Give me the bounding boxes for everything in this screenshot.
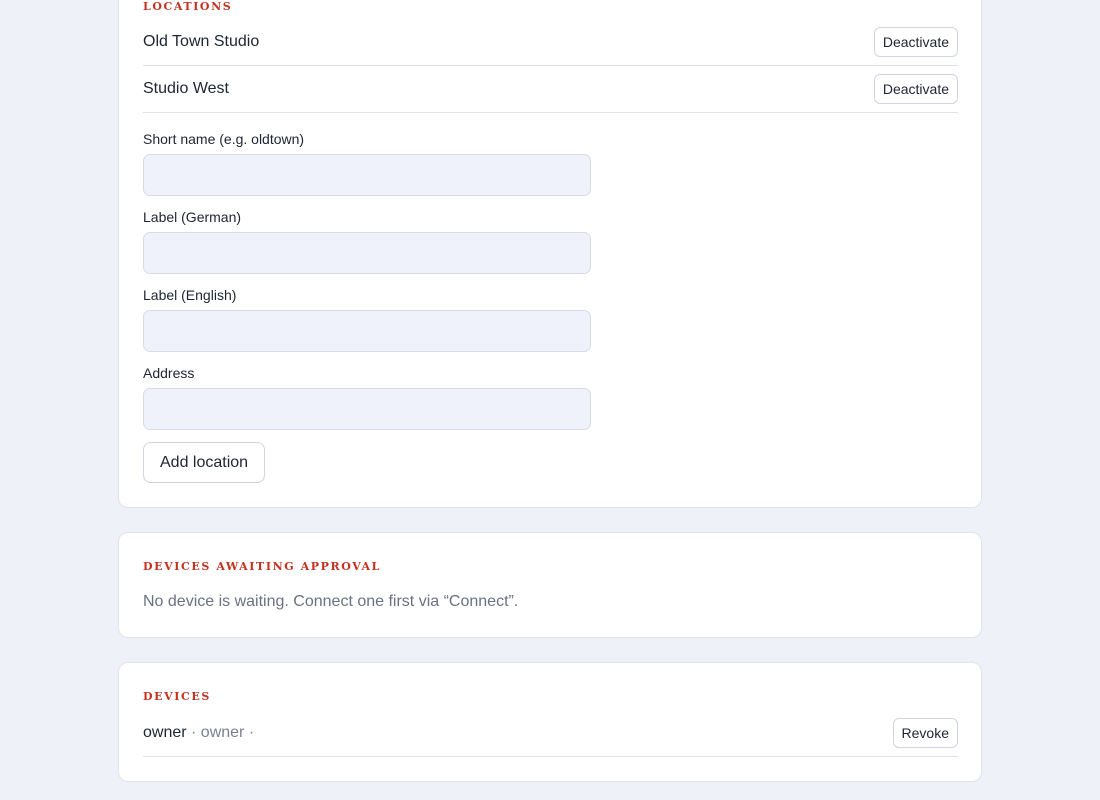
revoke-button[interactable]: Revoke (892, 718, 958, 748)
awaiting-empty-message: No device is waiting. Connect one first … (143, 593, 519, 610)
device-role: · owner · (186, 724, 255, 741)
label-english-label: Label (English) (143, 287, 237, 303)
deactivate-button[interactable]: Deactivate (873, 27, 958, 57)
location-row: Studio West Deactivate (143, 66, 958, 113)
device-name-group: owner · owner · (143, 724, 254, 742)
label-english-input[interactable] (143, 310, 591, 352)
label-german-input[interactable] (143, 232, 591, 274)
device-row: owner · owner · Revoke (143, 710, 958, 757)
short-name-input[interactable] (143, 154, 591, 196)
devices-card: DEVICES owner · owner · Revoke (118, 662, 982, 782)
location-row: Old Town Studio Deactivate (143, 19, 958, 66)
short-name-label: Short name (e.g. oldtown) (143, 131, 305, 147)
address-label: Address (143, 365, 195, 381)
locations-section-title: LOCATIONS (143, 0, 233, 13)
awaiting-approval-card: DEVICES AWAITING APPROVAL No device is w… (118, 532, 982, 638)
locations-card: LOCATIONS Old Town Studio Deactivate Stu… (118, 0, 982, 508)
add-location-button[interactable]: Add location (143, 442, 266, 483)
location-name: Old Town Studio (143, 33, 260, 50)
label-german-label: Label (German) (143, 209, 242, 225)
location-name: Studio West (143, 80, 229, 97)
deactivate-button[interactable]: Deactivate (873, 74, 958, 104)
address-input[interactable] (143, 388, 591, 430)
awaiting-section-title: DEVICES AWAITING APPROVAL (143, 560, 381, 573)
device-name: owner (143, 724, 187, 741)
devices-section-title: DEVICES (143, 690, 211, 703)
